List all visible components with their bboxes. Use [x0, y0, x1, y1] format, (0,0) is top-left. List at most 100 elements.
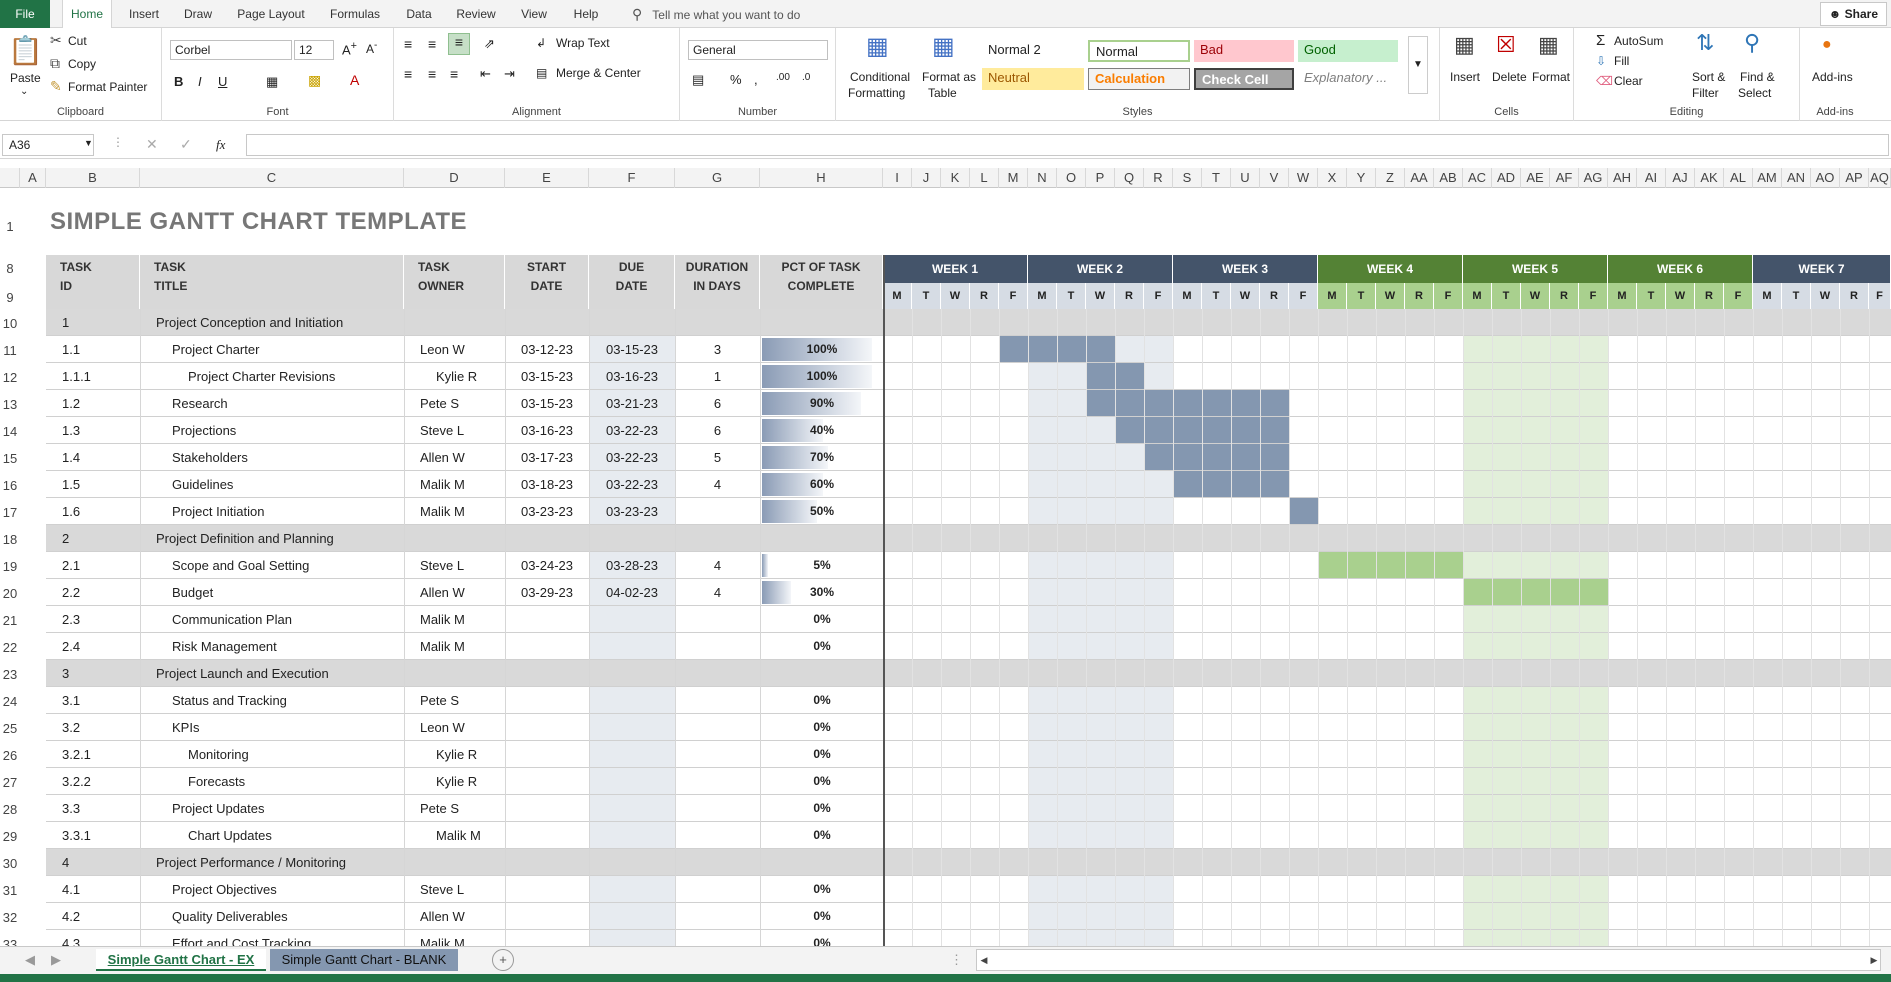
task-id[interactable]: 4.2: [62, 903, 138, 930]
sort-filter-line2[interactable]: Filter: [1692, 86, 1719, 100]
duration[interactable]: [675, 822, 760, 849]
cancel-icon[interactable]: ✕: [146, 136, 158, 153]
duration[interactable]: [675, 606, 760, 633]
task-title[interactable]: Status and Tracking: [172, 687, 404, 714]
pct-complete[interactable]: 60%: [762, 471, 882, 498]
start-date[interactable]: [505, 903, 589, 930]
row-header[interactable]: 20: [0, 585, 20, 603]
row-header[interactable]: 21: [0, 612, 20, 630]
style-neutral[interactable]: Neutral: [982, 68, 1084, 90]
pct-complete[interactable]: 30%: [762, 579, 882, 606]
pct-complete[interactable]: 0%: [762, 606, 882, 633]
task-owner[interactable]: Allen W: [420, 444, 500, 471]
duration[interactable]: [675, 714, 760, 741]
column-header[interactable]: AL: [1724, 168, 1753, 188]
task-title[interactable]: Project Performance / Monitoring: [156, 849, 404, 876]
style-calculation[interactable]: Calculation: [1088, 68, 1190, 90]
wrap-text-button[interactable]: Wrap Text: [556, 36, 610, 50]
worksheet-grid[interactable]: SIMPLE GANTT CHART TEMPLATE 1 8 9 10 11 12 13 1…: [0, 188, 1891, 946]
column-header[interactable]: AQ: [1869, 168, 1891, 188]
conditional-formatting-line2[interactable]: Formatting: [848, 86, 905, 100]
due-date[interactable]: 03-22-23: [589, 417, 675, 444]
duration[interactable]: 5: [675, 444, 760, 471]
due-date[interactable]: [589, 606, 675, 633]
conditional-formatting-button[interactable]: Conditional: [850, 70, 910, 84]
pct-complete[interactable]: 70%: [762, 444, 882, 471]
duration[interactable]: 6: [675, 390, 760, 417]
format-painter-button[interactable]: Format Painter: [68, 80, 147, 94]
column-header[interactable]: B: [46, 168, 140, 188]
task-title[interactable]: Monitoring: [188, 741, 404, 768]
row-header[interactable]: 18: [0, 531, 20, 549]
task-owner[interactable]: Malik M: [420, 471, 500, 498]
start-date[interactable]: [505, 606, 589, 633]
column-header[interactable]: AD: [1492, 168, 1521, 188]
row-header[interactable]: 15: [0, 450, 20, 468]
scroll-right-icon[interactable]: ▶: [46, 949, 66, 971]
due-date[interactable]: [589, 795, 675, 822]
start-date[interactable]: [505, 741, 589, 768]
pct-complete[interactable]: 50%: [762, 498, 882, 525]
row-header[interactable]: 9: [0, 289, 20, 307]
due-date[interactable]: [589, 849, 675, 876]
start-date[interactable]: 03-29-23: [505, 579, 589, 606]
align-left-icon[interactable]: ≡: [404, 66, 412, 82]
task-title[interactable]: Quality Deliverables: [172, 903, 404, 930]
style-normal-2[interactable]: Normal 2: [982, 40, 1084, 62]
align-center-icon[interactable]: ≡: [428, 66, 436, 82]
column-header[interactable]: X: [1318, 168, 1347, 188]
decrease-decimal-icon[interactable]: .0: [802, 72, 810, 83]
borders-icon[interactable]: ▦: [266, 74, 278, 90]
column-header[interactable]: H: [760, 168, 883, 188]
name-box[interactable]: A36: [2, 134, 94, 156]
scrollbar-left-arrow-icon[interactable]: ◀: [978, 949, 990, 971]
duration[interactable]: [675, 795, 760, 822]
task-id[interactable]: 2.3: [62, 606, 138, 633]
task-owner[interactable]: Malik M: [420, 633, 500, 660]
start-date[interactable]: [505, 714, 589, 741]
duration[interactable]: 3: [675, 336, 760, 363]
start-date[interactable]: 03-12-23: [505, 336, 589, 363]
column-header[interactable]: P: [1086, 168, 1115, 188]
due-date[interactable]: [589, 741, 675, 768]
start-date[interactable]: [505, 795, 589, 822]
task-owner[interactable]: Malik M: [420, 606, 500, 633]
task-title[interactable]: Risk Management: [172, 633, 404, 660]
pct-complete[interactable]: 0%: [762, 876, 882, 903]
column-header[interactable]: S: [1173, 168, 1202, 188]
pct-complete[interactable]: 0%: [762, 687, 882, 714]
task-owner[interactable]: Steve L: [420, 876, 500, 903]
duration[interactable]: 4: [675, 471, 760, 498]
column-header[interactable]: AA: [1405, 168, 1434, 188]
autosum-button[interactable]: AutoSum: [1614, 34, 1663, 48]
task-title[interactable]: Guidelines: [172, 471, 404, 498]
task-id[interactable]: 1.1: [62, 336, 138, 363]
column-header[interactable]: AH: [1608, 168, 1637, 188]
style-check-cell[interactable]: Check Cell: [1194, 68, 1294, 90]
column-header[interactable]: E: [505, 168, 589, 188]
row-header[interactable]: 17: [0, 504, 20, 522]
task-title[interactable]: Project Updates: [172, 795, 404, 822]
start-date[interactable]: [505, 633, 589, 660]
due-date[interactable]: [589, 714, 675, 741]
due-date[interactable]: 03-22-23: [589, 444, 675, 471]
bold-icon[interactable]: B: [174, 74, 183, 89]
start-date[interactable]: 03-18-23: [505, 471, 589, 498]
task-id[interactable]: 3: [62, 660, 138, 687]
pct-complete[interactable]: 0%: [762, 633, 882, 660]
task-title[interactable]: KPIs: [172, 714, 404, 741]
due-date[interactable]: [589, 822, 675, 849]
duration[interactable]: [675, 903, 760, 930]
row-header[interactable]: 22: [0, 639, 20, 657]
copy-button[interactable]: Copy: [68, 57, 96, 71]
column-header[interactable]: V: [1260, 168, 1289, 188]
pct-complete[interactable]: 100%: [762, 336, 882, 363]
duration[interactable]: [675, 768, 760, 795]
tab-data[interactable]: Data: [400, 0, 438, 28]
column-header[interactable]: L: [970, 168, 999, 188]
task-id[interactable]: 3.2.1: [62, 741, 138, 768]
task-id[interactable]: 1: [62, 309, 138, 336]
column-header[interactable]: AB: [1434, 168, 1463, 188]
task-title[interactable]: Communication Plan: [172, 606, 404, 633]
column-header[interactable]: Y: [1347, 168, 1376, 188]
